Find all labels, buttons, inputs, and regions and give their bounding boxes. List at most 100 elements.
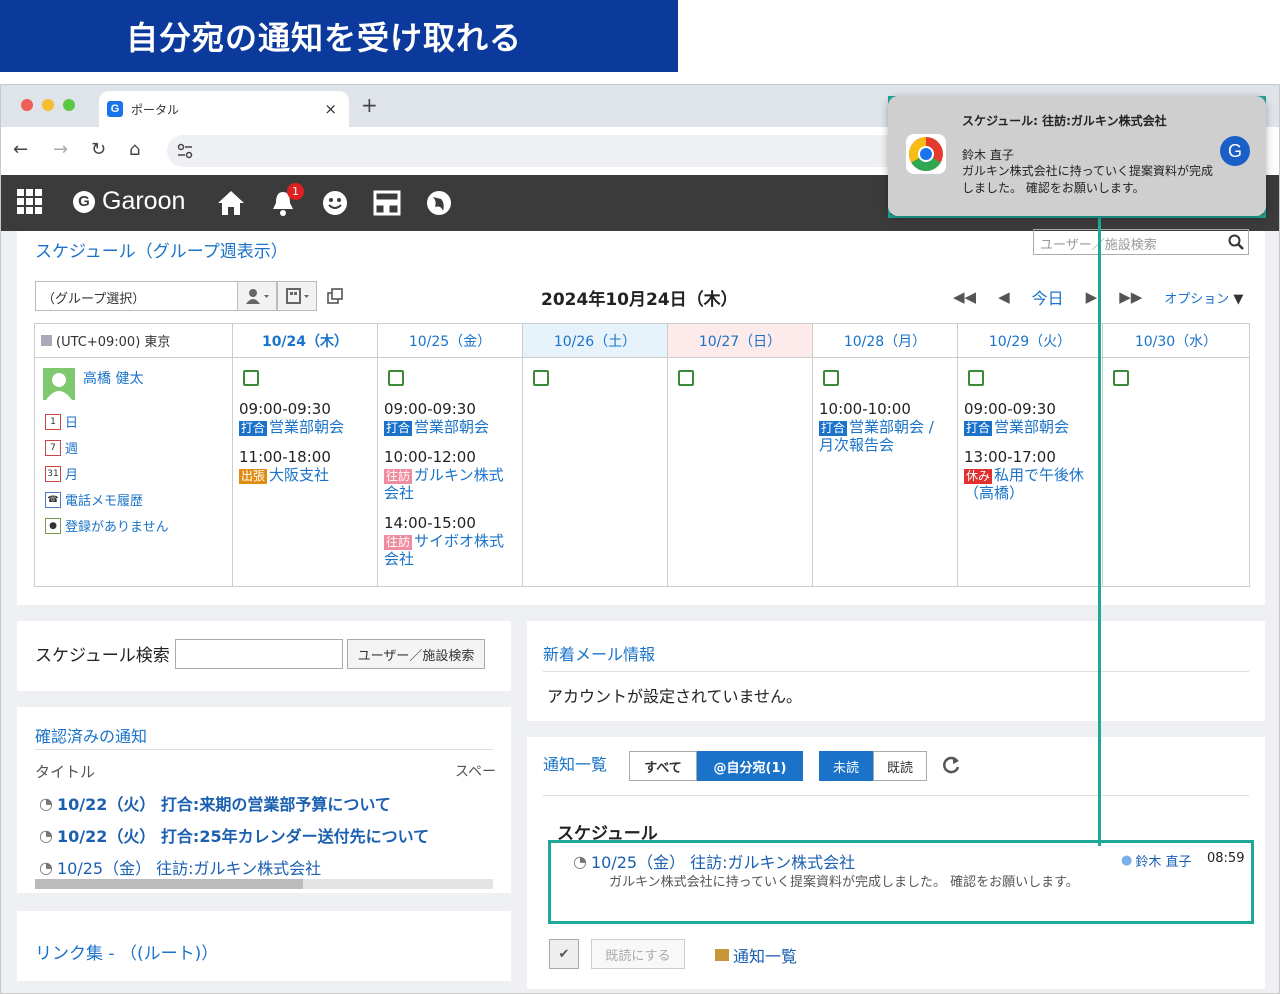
search-icon[interactable] xyxy=(1228,234,1244,250)
schedule-title[interactable]: スケジュール（グループ週表示） xyxy=(35,237,288,262)
links-title[interactable]: リンク集 - （(ルート)） xyxy=(35,939,218,964)
column-header-1024[interactable]: 10/24（木） xyxy=(233,324,378,358)
column-header-1025[interactable]: 10/25（金） xyxy=(378,324,523,358)
event-time: 09:00-09:30 xyxy=(239,400,331,418)
filter-all-button[interactable]: すべて xyxy=(629,751,697,781)
notification-count-badge: 1 xyxy=(287,183,304,200)
links-panel: リンク集 - （(ルート)） xyxy=(17,911,511,981)
mail-message: アカウントが設定されていません。 xyxy=(547,687,803,706)
select-all-checkbox[interactable]: ✔ xyxy=(549,939,579,969)
prev-day-icon[interactable]: ◀ xyxy=(998,288,1010,306)
read-button[interactable]: 既読 xyxy=(873,751,927,781)
maximize-window-icon[interactable] xyxy=(63,99,75,111)
facility-select-button[interactable] xyxy=(277,281,317,311)
presence-link[interactable]: ● 登録がありません xyxy=(45,516,169,535)
back-icon[interactable]: ← xyxy=(13,139,28,160)
schedule-search-input[interactable] xyxy=(175,639,343,669)
close-tab-icon[interactable]: × xyxy=(324,100,337,118)
confirmed-item[interactable]: ◔ 10/25（金） 往訪:ガルキン株式会社 xyxy=(39,855,321,879)
add-event-icon[interactable] xyxy=(388,370,404,386)
notification-list-title[interactable]: 通知一覧 xyxy=(543,751,607,775)
event-item[interactable]: 11:00-18:00 出張 大阪支社 xyxy=(239,448,373,484)
garoon-favicon-icon: G xyxy=(107,101,123,117)
chevron-down-icon: ▼ xyxy=(1233,291,1244,307)
column-header-1030[interactable]: 10/30（水） xyxy=(1103,324,1249,358)
notification-list-icon xyxy=(715,949,729,961)
prev-week-icon[interactable]: ◀◀ xyxy=(953,288,976,306)
check-icon: ✔ xyxy=(558,946,570,962)
confirmed-title[interactable]: 確認済みの通知 xyxy=(35,723,147,747)
scrollbar-thumb[interactable] xyxy=(35,879,303,889)
add-event-icon[interactable] xyxy=(1113,370,1129,386)
event-item[interactable]: 09:00-09:30 打合 営業部朝会 xyxy=(384,400,518,436)
event-item[interactable]: 13:00-17:00 休み 私用で午後休（高橋） xyxy=(964,448,1098,502)
app-menu-grid-icon[interactable] xyxy=(17,189,45,217)
month-label: 月 xyxy=(65,468,79,483)
group-week-grid: (UTC+09:00) 東京 10/24（木） 10/25（金） 10/26（土… xyxy=(34,323,1250,587)
new-tab-button[interactable]: + xyxy=(361,93,378,117)
add-event-icon[interactable] xyxy=(678,370,694,386)
space-globe-icon[interactable] xyxy=(425,189,453,217)
mark-read-button[interactable]: 既読にする xyxy=(591,939,685,969)
garoon-logo[interactable]: G Garoon xyxy=(73,187,185,216)
event-time: 14:00-15:00 xyxy=(384,514,476,532)
user-name-link[interactable]: 高橋 健太 xyxy=(83,368,143,388)
event-time: 10:00-10:00 xyxy=(819,400,911,418)
portal-layout-icon[interactable] xyxy=(373,189,401,217)
reload-icon[interactable]: ↻ xyxy=(91,139,106,160)
option-menu[interactable]: オプション ▼ xyxy=(1164,288,1243,307)
add-event-icon[interactable] xyxy=(243,370,259,386)
confirmed-item[interactable]: ◔ 10/22（火） 打合:25年カレンダー送付先について xyxy=(39,823,429,847)
confirmed-notifications-panel: 確認済みの通知 タイトル スペー ◔ 10/22（火） 打合:来期の営業部予算につ… xyxy=(17,707,511,893)
column-header-1028[interactable]: 10/28（月） xyxy=(813,324,958,358)
user-column: 高橋 健太 1日 7週 31 月 ☎ 電話メモ履歴 ● 登録がありません xyxy=(35,358,233,586)
event-item[interactable]: 09:00-09:30 打合 営業部朝会 xyxy=(964,400,1098,436)
forward-icon[interactable]: → xyxy=(53,139,68,160)
minimize-window-icon[interactable] xyxy=(42,99,54,111)
home-icon[interactable]: ⌂ xyxy=(129,139,140,160)
user-facility-search-button[interactable]: ユーザー／施設検索 xyxy=(347,639,485,669)
add-event-icon[interactable] xyxy=(533,370,549,386)
site-settings-icon[interactable] xyxy=(177,143,193,159)
event-item[interactable]: 10:00-10:00 打合 営業部朝会 / 月次報告会 xyxy=(819,400,953,454)
column-header-1027[interactable]: 10/27（日） xyxy=(668,324,813,358)
desktop-notification-toast[interactable]: スケジュール: 往訪:ガルキン株式会社 鈴木 直子 ガルキン株式会社に持っていく… xyxy=(888,96,1266,216)
toast-sender: 鈴木 直子 xyxy=(962,148,1014,162)
add-event-icon[interactable] xyxy=(823,370,839,386)
confirmed-item[interactable]: ◔ 10/22（火） 打合:来期の営業部予算について xyxy=(39,791,391,815)
browser-tab[interactable]: G ポータル × xyxy=(99,91,349,127)
schedule-search-label: スケジュール検索 xyxy=(35,646,170,666)
day-column-1025: 09:00-09:30 打合 営業部朝会 10:00-12:00 往訪 ガルキン株式会社… xyxy=(378,358,523,586)
event-item[interactable]: 14:00-15:00 往訪 サイボオ株式会社 xyxy=(384,514,518,568)
event-item[interactable]: 09:00-09:30 打合 営業部朝会 xyxy=(239,400,373,436)
event-item[interactable]: 10:00-12:00 往訪 ガルキン株式会社 xyxy=(384,448,518,502)
home-nav-icon[interactable] xyxy=(217,189,245,217)
next-day-icon[interactable]: ▶ xyxy=(1086,288,1098,306)
avatar xyxy=(43,368,75,400)
user-select-button[interactable] xyxy=(237,281,277,311)
unread-button[interactable]: 未読 xyxy=(819,751,873,781)
group-select[interactable]: （グループ選択） xyxy=(35,281,239,311)
mail-title[interactable]: 新着メール情報 xyxy=(543,641,655,665)
next-week-icon[interactable]: ▶▶ xyxy=(1119,288,1142,306)
user-facility-search-input[interactable]: ユーザー／施設検索 xyxy=(1033,229,1249,255)
banner-title: 自分宛の通知を受け取れる xyxy=(0,0,678,72)
smiley-presence-icon[interactable] xyxy=(321,189,349,217)
timezone-label: (UTC+09:00) 東京 xyxy=(56,335,171,350)
column-header-1029[interactable]: 10/29（火） xyxy=(958,324,1103,358)
add-event-icon[interactable] xyxy=(968,370,984,386)
today-link[interactable]: 今日 xyxy=(1032,285,1064,309)
close-window-icon[interactable] xyxy=(21,99,33,111)
day-view-link[interactable]: 1日 xyxy=(45,412,78,431)
month-view-link[interactable]: 31 月 xyxy=(45,464,78,483)
notification-list-link[interactable]: 通知一覧 xyxy=(715,943,797,967)
filter-mine-button[interactable]: @自分宛(1) xyxy=(697,751,803,781)
week-view-link[interactable]: 7週 xyxy=(45,438,78,457)
refresh-icon[interactable] xyxy=(941,755,961,775)
day-label: 日 xyxy=(65,416,79,431)
phone-memo-label: 電話メモ履歴 xyxy=(65,494,144,509)
popup-window-icon[interactable] xyxy=(327,288,343,304)
phone-memo-link[interactable]: ☎ 電話メモ履歴 xyxy=(45,490,143,509)
column-header-1026[interactable]: 10/26（土） xyxy=(523,324,668,358)
horizontal-scrollbar[interactable] xyxy=(35,879,493,889)
